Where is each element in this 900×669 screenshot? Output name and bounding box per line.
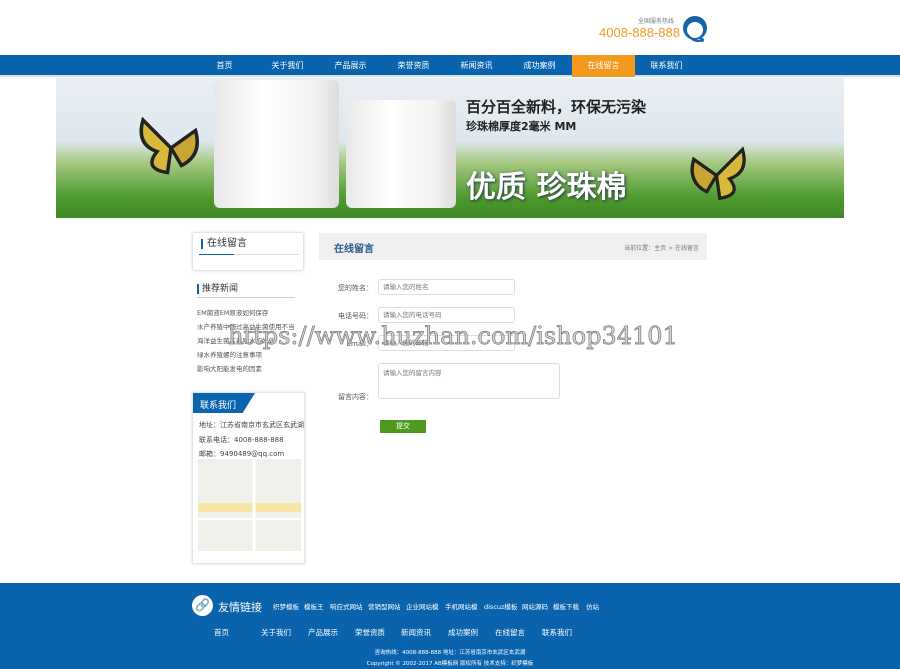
footer	[0, 583, 900, 669]
map-image[interactable]	[198, 459, 301, 551]
link-icon: 🔗	[192, 595, 213, 616]
submit-button[interactable]: 提交	[380, 420, 426, 433]
divider-accent	[199, 254, 234, 255]
nav-honors[interactable]: 荣誉资质	[382, 55, 445, 77]
sidebar-section-box: 在线留言	[192, 232, 304, 271]
breadcrumb: 当前位置：主页 > 在线留言	[624, 245, 699, 252]
sidebar-section-title: 在线留言	[201, 239, 247, 249]
main-nav: 首页 关于我们 产品展示 荣誉资质 新闻资讯 成功案例 在线留言 联系我们	[0, 55, 900, 77]
footer-nav-link[interactable]: 在线留言	[495, 627, 525, 638]
friend-link[interactable]: 织梦模板	[273, 601, 299, 611]
header: 全国服务热线 4008-888-888	[0, 0, 900, 55]
footer-nav-link[interactable]: 荣誉资质	[355, 627, 385, 638]
footer-nav-link[interactable]: 首页	[214, 627, 229, 638]
friend-link[interactable]: 企业网站模	[406, 601, 439, 611]
footer-nav-link[interactable]: 联系我们	[542, 627, 572, 638]
contact-title: 联系我们	[193, 393, 255, 413]
nav-message[interactable]: 在线留言	[572, 55, 635, 77]
friend-link[interactable]: 模板下载	[553, 601, 579, 611]
banner-headline: 百分百全新料，环保无污染	[466, 98, 647, 116]
butterfly-image	[139, 116, 199, 175]
watermark: https://www.huzhan.com/ishop34101	[228, 322, 679, 351]
news-heading: 推荐新闻	[197, 284, 238, 294]
butterfly-image	[690, 146, 746, 201]
nav-news[interactable]: 新闻资讯	[445, 55, 508, 77]
phone-input[interactable]	[378, 307, 515, 323]
contact-phone: 联系电话：4008-888-888	[199, 436, 284, 444]
footer-copyright: Copyright © 2002-2017 AB模板网 版权所有 技术支持：织梦…	[366, 661, 534, 667]
friend-link[interactable]: discuz模板	[484, 601, 517, 611]
friend-link[interactable]: 手机网站模	[445, 601, 478, 611]
nav-cases[interactable]: 成功案例	[508, 55, 571, 77]
friend-link[interactable]: 仿站	[586, 601, 599, 611]
divider	[197, 297, 295, 298]
nav-home[interactable]: 首页	[193, 55, 256, 77]
message-textarea[interactable]	[378, 363, 560, 399]
name-label: 您的姓名：	[338, 284, 373, 292]
footer-nav-link[interactable]: 关于我们	[261, 627, 291, 638]
message-label: 留言内容：	[338, 393, 373, 401]
contact-address: 地址：江苏省南京市玄武区玄武湖	[199, 421, 304, 429]
phone-label: 电话号码：	[338, 312, 373, 320]
contact-email: 邮箱：9490489@qq.com	[199, 450, 285, 458]
contact-box: 联系我们 地址：江苏省南京市玄武区玄武湖 联系电话：4008-888-888 邮…	[192, 392, 305, 564]
friend-link[interactable]: 网站源码	[522, 601, 548, 611]
page-title: 在线留言	[334, 244, 374, 255]
news-link[interactable]: EM菌液EM原液如何保存	[197, 307, 297, 317]
banner: 百分百全新料，环保无污染 珍珠棉厚度2毫米 MM 优质 珍珠棉	[56, 78, 844, 218]
nav-products[interactable]: 产品展示	[319, 55, 382, 77]
name-input[interactable]	[378, 279, 515, 295]
friend-link[interactable]: 响应式网站	[330, 601, 363, 611]
news-link[interactable]: 绿水养殖螺的注意事项	[197, 349, 297, 359]
foam-roll-image	[214, 80, 339, 208]
hotline-number: 4008-888-888	[599, 25, 680, 40]
main-header: 在线留言 当前位置：主页 > 在线留言	[319, 233, 707, 260]
friend-links-title: 友情链接	[218, 601, 262, 614]
hotline-label: 全国服务热线	[638, 18, 675, 25]
friend-link[interactable]: 营销型网站	[368, 601, 401, 611]
headset-icon	[683, 16, 707, 43]
nav-about[interactable]: 关于我们	[256, 55, 319, 77]
banner-slogan: 优质 珍珠棉	[466, 170, 627, 205]
nav-contact[interactable]: 联系我们	[635, 55, 698, 77]
banner-subheadline: 珍珠棉厚度2毫米 MM	[466, 120, 577, 133]
friend-link[interactable]: 模板王	[304, 601, 324, 611]
news-link[interactable]: 影响大阳能发电的因素	[197, 363, 297, 373]
footer-nav-link[interactable]: 成功案例	[448, 627, 478, 638]
foam-roll-image	[346, 100, 456, 208]
footer-nav-link[interactable]: 新闻资讯	[401, 627, 431, 638]
footer-nav-link[interactable]: 产品展示	[308, 627, 338, 638]
footer-info: 咨询热线：4008-888-888 地址：江苏省南京市玄武区玄武湖	[374, 650, 526, 656]
